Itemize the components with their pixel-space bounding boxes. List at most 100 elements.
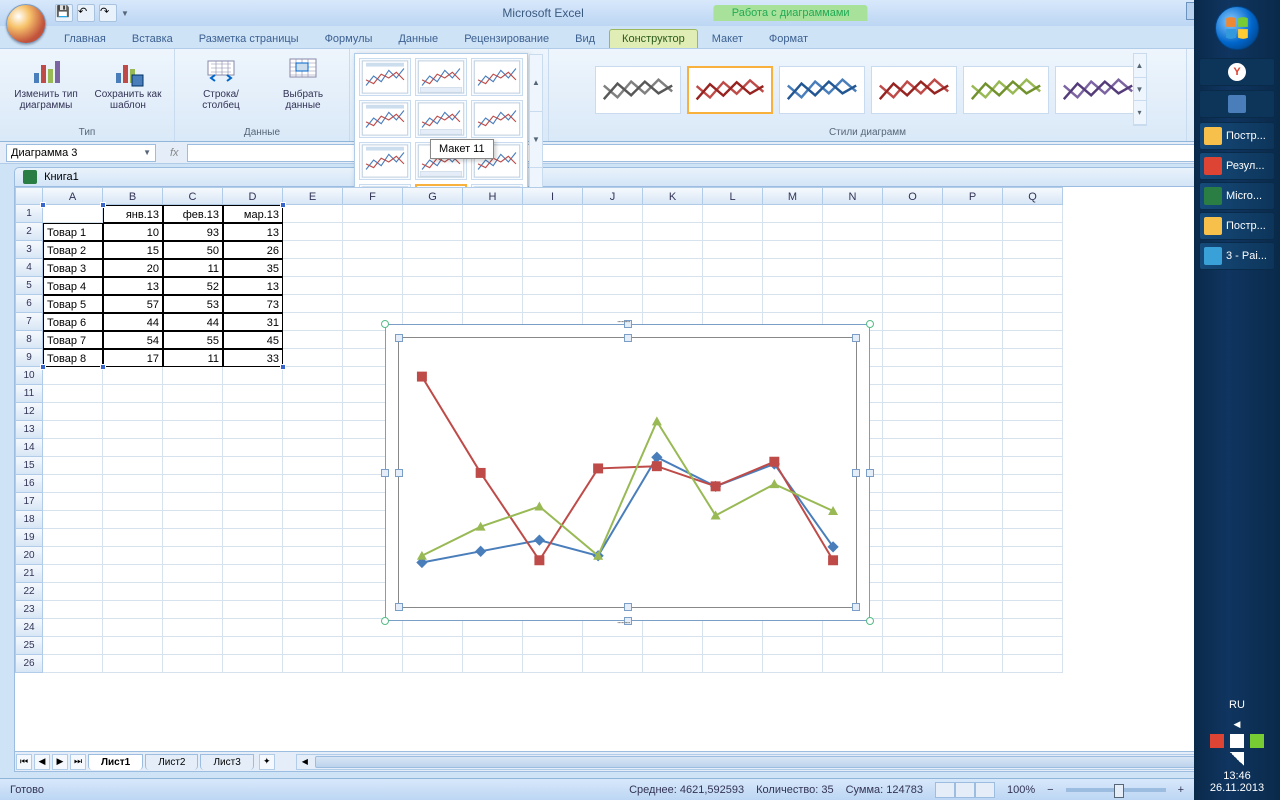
cell-E26[interactable] [283,655,343,673]
cell-B22[interactable] [103,583,163,601]
row-header-25[interactable]: 25 [15,637,43,655]
cell-K26[interactable] [643,655,703,673]
cell-D25[interactable] [223,637,283,655]
row-header-2[interactable]: 2 [15,223,43,241]
switch-row-column-button[interactable]: Строка/столбец [183,53,259,113]
row-header-14[interactable]: 14 [15,439,43,457]
cell-Q23[interactable] [1003,601,1063,619]
cell-F25[interactable] [343,637,403,655]
cell-N5[interactable] [823,277,883,295]
cell-D14[interactable] [223,439,283,457]
cell-Q7[interactable] [1003,313,1063,331]
cell-J4[interactable] [583,259,643,277]
cell-A18[interactable] [43,511,103,529]
cell-E3[interactable] [283,241,343,259]
cell-Q2[interactable] [1003,223,1063,241]
sheet-tab-Лист2[interactable]: Лист2 [145,754,198,770]
cell-C4[interactable]: 11 [163,259,223,277]
cell-Q13[interactable] [1003,421,1063,439]
col-header-I[interactable]: I [523,187,583,205]
cell-F1[interactable] [343,205,403,223]
cell-E10[interactable] [283,367,343,385]
cell-M26[interactable] [763,655,823,673]
qat-dropdown-icon[interactable]: ▼ [121,9,129,18]
cell-J2[interactable] [583,223,643,241]
taskbar-item[interactable]: Постр... [1199,212,1275,240]
cell-M3[interactable] [763,241,823,259]
col-header-Q[interactable]: Q [1003,187,1063,205]
cell-D12[interactable] [223,403,283,421]
cell-L1[interactable] [703,205,763,223]
cell-C1[interactable]: фев.13 [163,205,223,223]
cell-O9[interactable] [883,349,943,367]
row-header-4[interactable]: 4 [15,259,43,277]
cell-E16[interactable] [283,475,343,493]
cell-B5[interactable]: 13 [103,277,163,295]
cell-O2[interactable] [883,223,943,241]
col-header-D[interactable]: D [223,187,283,205]
cell-B23[interactable] [103,601,163,619]
cell-I3[interactable] [523,241,583,259]
cell-E18[interactable] [283,511,343,529]
cell-H3[interactable] [463,241,523,259]
cell-E21[interactable] [283,565,343,583]
cell-D23[interactable] [223,601,283,619]
style-thumb-2[interactable] [687,66,773,114]
cell-A16[interactable] [43,475,103,493]
cell-N6[interactable] [823,295,883,313]
cell-F24[interactable] [343,619,403,637]
cell-D24[interactable] [223,619,283,637]
col-header-P[interactable]: P [943,187,1003,205]
cell-B17[interactable] [103,493,163,511]
cell-B21[interactable] [103,565,163,583]
cell-M24[interactable] [763,619,823,637]
col-header-E[interactable]: E [283,187,343,205]
cell-A7[interactable]: Товар 6 [43,313,103,331]
cell-A23[interactable] [43,601,103,619]
cell-B15[interactable] [103,457,163,475]
cell-P12[interactable] [943,403,1003,421]
cell-P4[interactable] [943,259,1003,277]
cell-J25[interactable] [583,637,643,655]
cell-P23[interactable] [943,601,1003,619]
cell-H5[interactable] [463,277,523,295]
cell-D6[interactable]: 73 [223,295,283,313]
cell-N4[interactable] [823,259,883,277]
cell-Q8[interactable] [1003,331,1063,349]
cell-I1[interactable] [523,205,583,223]
name-box[interactable]: Диаграмма 3 ▼ [6,144,156,162]
col-header-M[interactable]: M [763,187,823,205]
cell-C19[interactable] [163,529,223,547]
cell-D9[interactable]: 33 [223,349,283,367]
tray-power-icon[interactable] [1250,734,1264,748]
cell-B4[interactable]: 20 [103,259,163,277]
cell-L5[interactable] [703,277,763,295]
cell-D3[interactable]: 26 [223,241,283,259]
cell-E12[interactable] [283,403,343,421]
cell-I25[interactable] [523,637,583,655]
row-header-23[interactable]: 23 [15,601,43,619]
cell-O14[interactable] [883,439,943,457]
cell-O19[interactable] [883,529,943,547]
cell-O11[interactable] [883,385,943,403]
cell-Q15[interactable] [1003,457,1063,475]
cell-J5[interactable] [583,277,643,295]
cell-C20[interactable] [163,547,223,565]
gallery-scroll-down[interactable]: ▼ [530,112,542,169]
cell-D8[interactable]: 45 [223,331,283,349]
cell-E19[interactable] [283,529,343,547]
cell-K24[interactable] [643,619,703,637]
cell-K1[interactable] [643,205,703,223]
row-header-17[interactable]: 17 [15,493,43,511]
style-thumb-4[interactable] [871,66,957,114]
cell-C5[interactable]: 52 [163,277,223,295]
cell-C12[interactable] [163,403,223,421]
view-page-break-button[interactable] [975,782,995,798]
cell-A6[interactable]: Товар 5 [43,295,103,313]
cell-D21[interactable] [223,565,283,583]
cell-E22[interactable] [283,583,343,601]
cell-P19[interactable] [943,529,1003,547]
cell-O1[interactable] [883,205,943,223]
cell-D18[interactable] [223,511,283,529]
cell-O25[interactable] [883,637,943,655]
